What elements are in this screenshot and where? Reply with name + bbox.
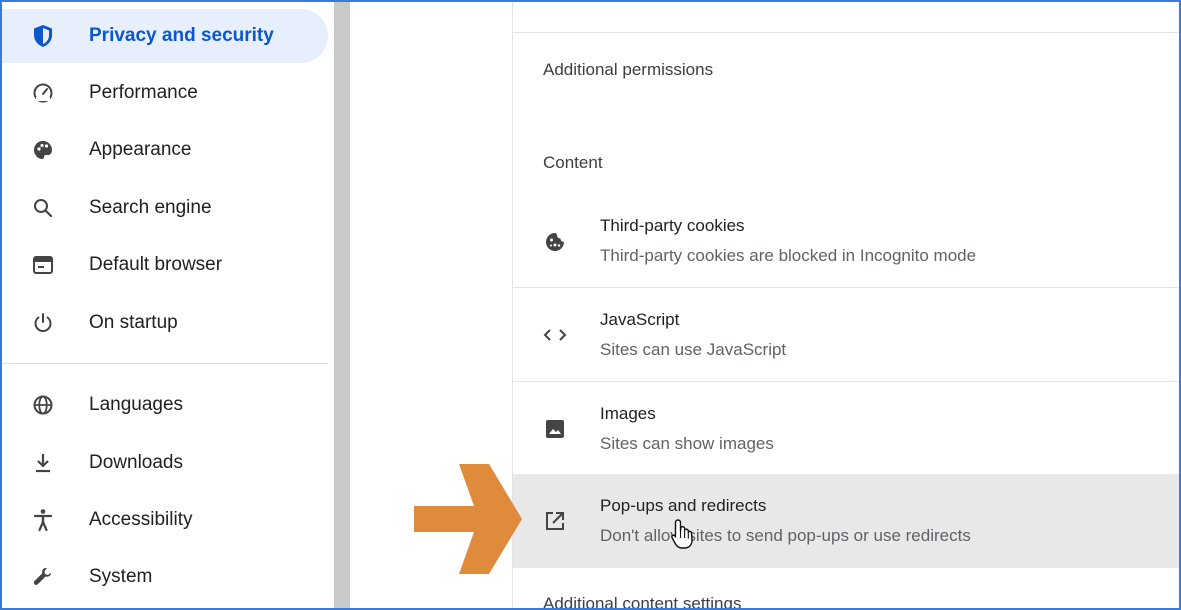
- sidebar-item-search-engine[interactable]: Search engine: [2, 181, 328, 235]
- divider: [513, 32, 1179, 33]
- row-title: Images: [600, 404, 656, 423]
- sidebar-item-appearance[interactable]: Appearance: [2, 123, 328, 177]
- search-icon: [28, 193, 58, 223]
- images-row[interactable]: Images Sites can show images: [513, 382, 1179, 476]
- open-in-new-icon: [541, 507, 569, 535]
- cookie-icon: [541, 228, 569, 256]
- row-title: JavaScript: [600, 310, 680, 329]
- palette-icon: [28, 135, 58, 165]
- sidebar-item-performance[interactable]: Performance: [2, 66, 328, 120]
- image-icon: [541, 415, 569, 443]
- settings-sidebar: Privacy and security Performance Appeara…: [2, 2, 334, 608]
- sidebar-item-on-startup[interactable]: On startup: [2, 296, 328, 350]
- pop-ups-and-redirects-row[interactable]: Pop-ups and redirects Don't allow sites …: [513, 474, 1179, 568]
- download-icon: [28, 448, 58, 478]
- row-subtitle: Sites can show images: [600, 434, 774, 453]
- sidebar-item-downloads[interactable]: Downloads: [2, 436, 328, 490]
- sidebar-divider: [2, 363, 328, 364]
- sidebar-item-privacy-and-security[interactable]: Privacy and security: [2, 9, 328, 63]
- sidebar-item-default-browser[interactable]: Default browser: [2, 238, 328, 292]
- sidebar-item-system[interactable]: System: [2, 550, 328, 604]
- sidebar-item-accessibility[interactable]: Accessibility: [2, 493, 328, 547]
- browser-window-icon: [28, 250, 58, 280]
- sidebar-scroll-gutter: [334, 2, 350, 608]
- code-icon: [541, 321, 569, 349]
- sidebar-item-label: System: [89, 566, 153, 587]
- additional-permissions-row[interactable]: Additional permissions: [543, 60, 713, 80]
- content-settings-panel: Additional permissions Content Third-par…: [512, 2, 1179, 608]
- shield-icon: [28, 21, 58, 51]
- globe-icon: [28, 390, 58, 420]
- sidebar-item-label: Performance: [89, 82, 198, 103]
- wrench-icon: [28, 562, 58, 592]
- content-heading: Content: [543, 153, 603, 172]
- row-title: Third-party cookies: [600, 216, 745, 235]
- row-subtitle: Don't allow sites to send pop-ups or use…: [600, 526, 971, 545]
- hand-cursor-icon: [670, 518, 696, 555]
- sidebar-item-label: Downloads: [89, 452, 183, 473]
- sidebar-item-label: Languages: [89, 394, 184, 415]
- row-subtitle: Third-party cookies are blocked in Incog…: [600, 246, 977, 265]
- third-party-cookies-row[interactable]: Third-party cookies Third-party cookies …: [513, 194, 1179, 288]
- sidebar-item-label: Default browser: [89, 254, 223, 275]
- row-title: Pop-ups and redirects: [600, 496, 767, 515]
- orange-arrow-icon: [414, 464, 524, 579]
- power-icon: [28, 308, 58, 338]
- screenshot-frame: Privacy and security Performance Appeara…: [0, 0, 1181, 610]
- javascript-row[interactable]: JavaScript Sites can use JavaScript: [513, 288, 1179, 382]
- sidebar-item-label: Search engine: [89, 197, 212, 218]
- sidebar-item-languages[interactable]: Languages: [2, 378, 328, 432]
- accessibility-icon: [28, 505, 58, 535]
- sidebar-item-label: Privacy and security: [89, 25, 274, 46]
- row-subtitle: Sites can use JavaScript: [600, 340, 787, 359]
- speedometer-icon: [28, 78, 58, 108]
- sidebar-item-label: On startup: [89, 312, 178, 333]
- sidebar-item-label: Appearance: [89, 139, 192, 160]
- additional-content-settings-row[interactable]: Additional content settings: [543, 594, 741, 608]
- sidebar-item-label: Accessibility: [89, 509, 193, 530]
